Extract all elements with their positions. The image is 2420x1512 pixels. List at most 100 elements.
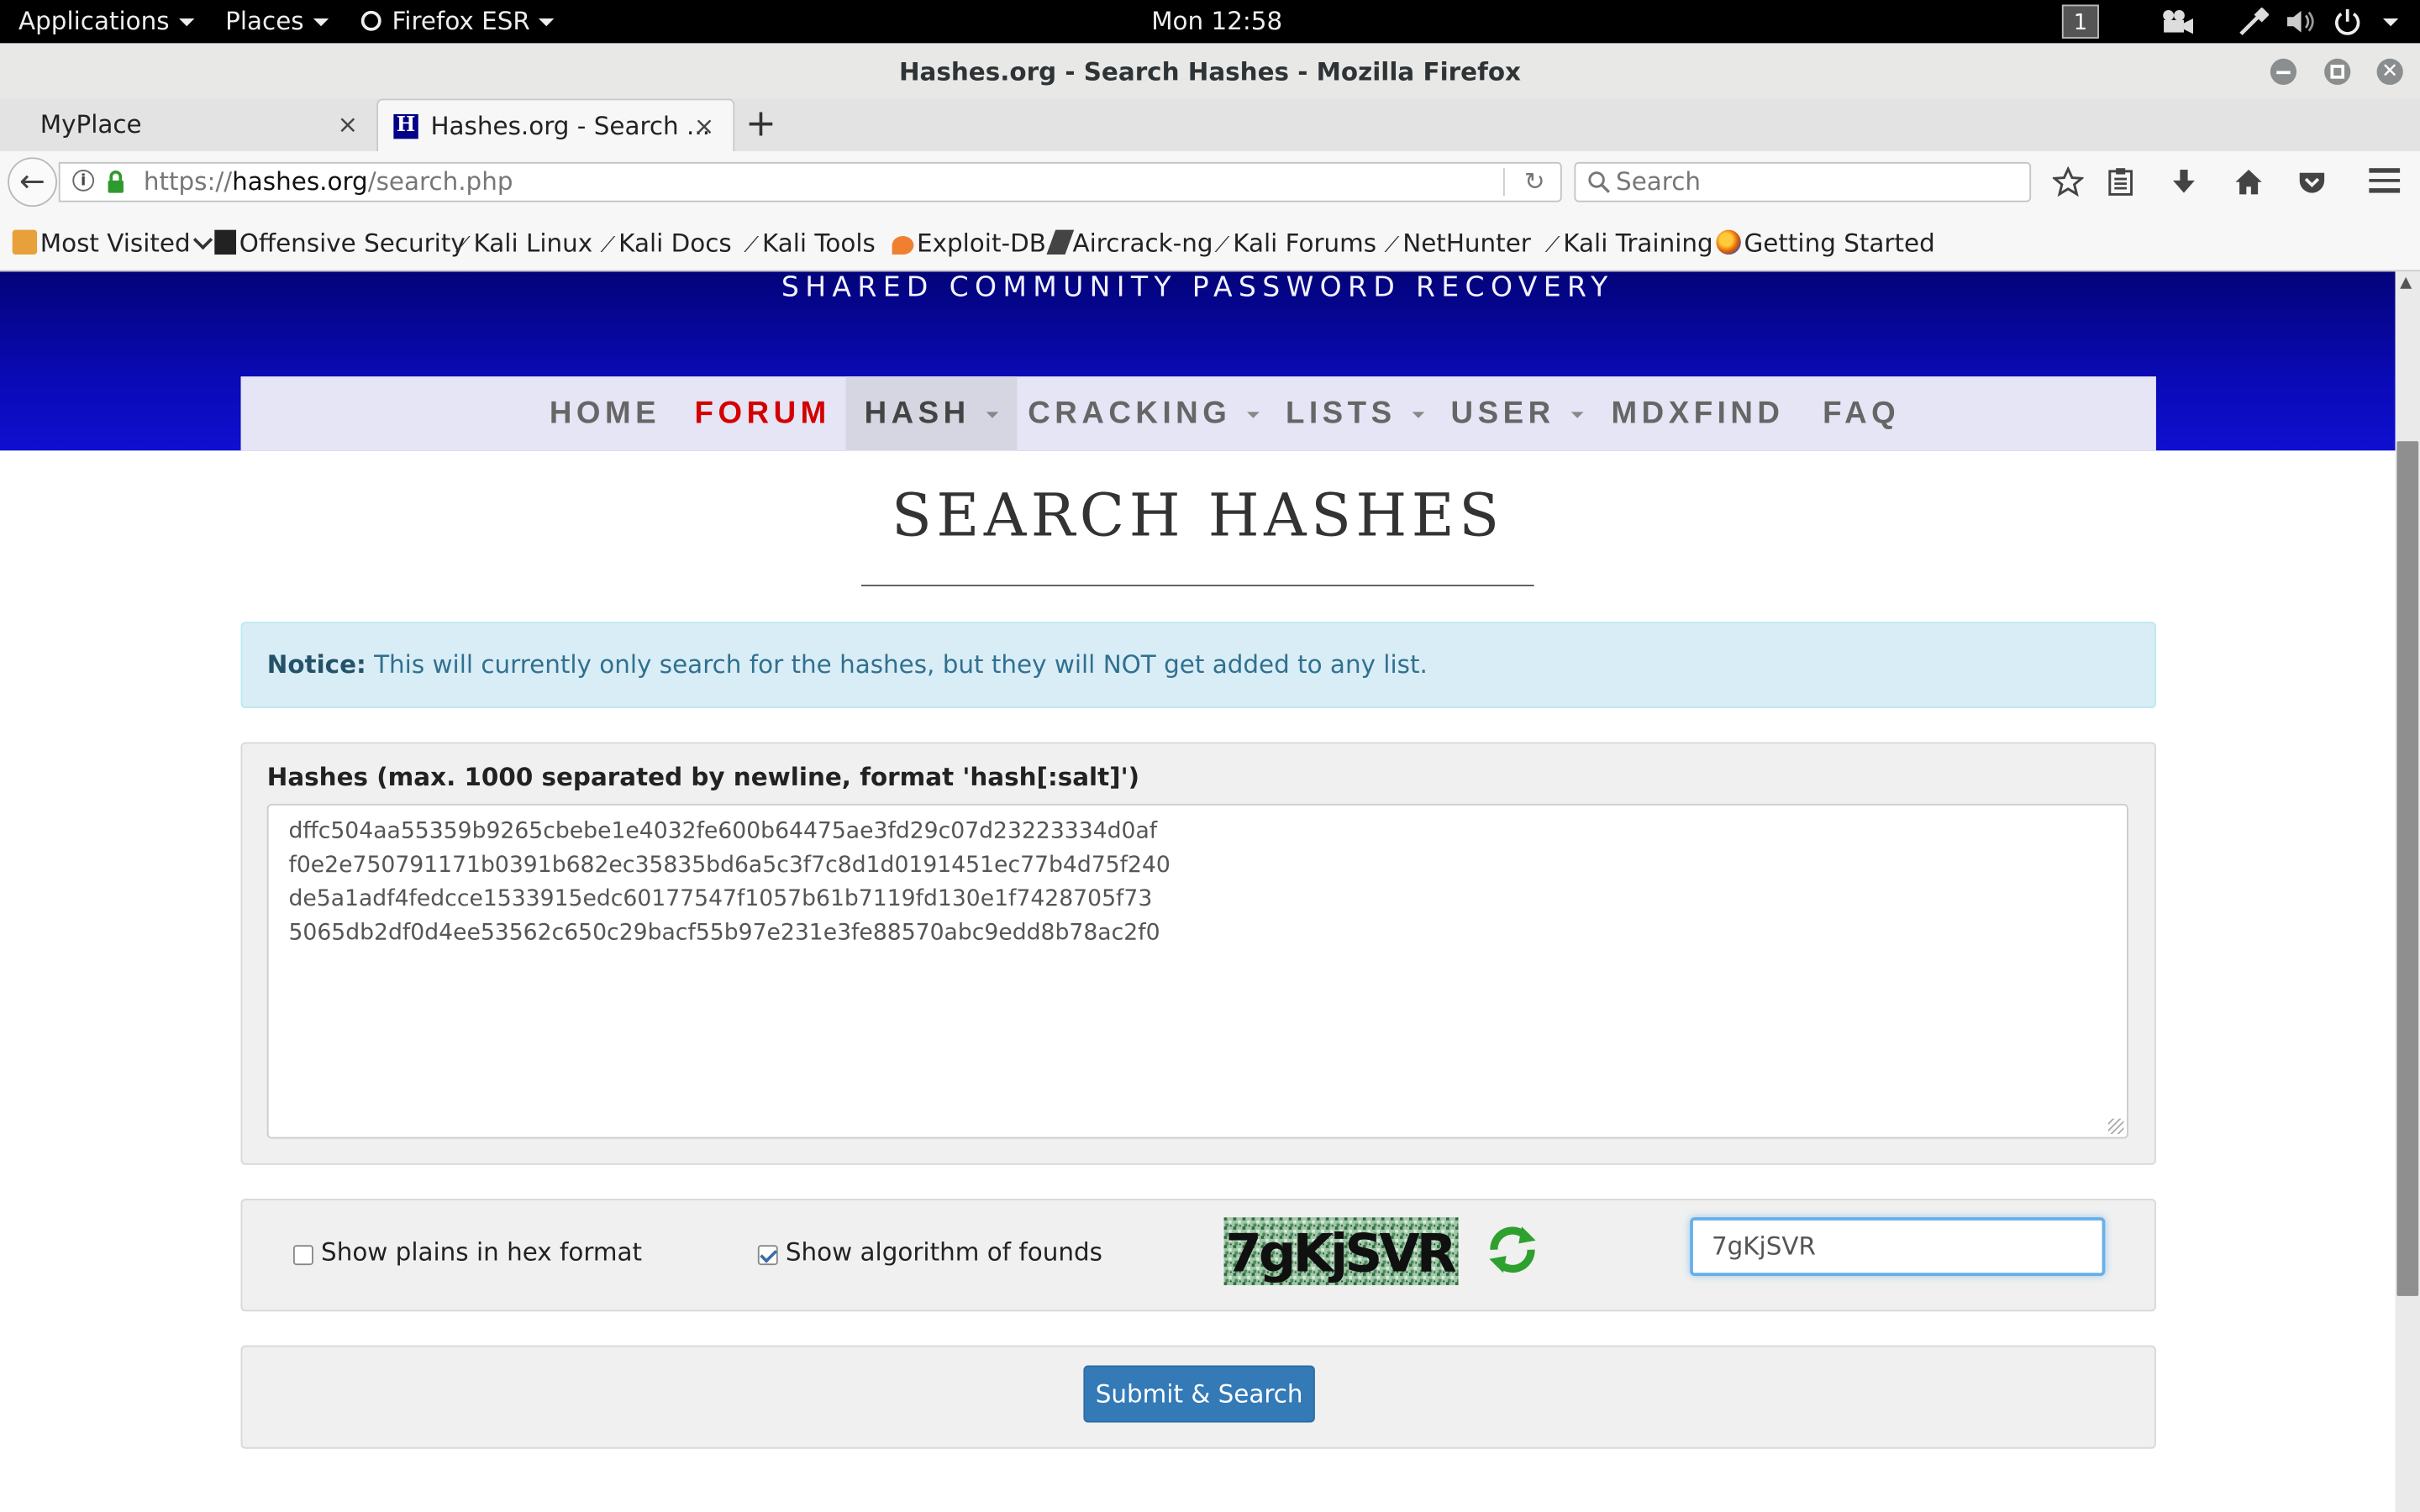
video-camera-icon[interactable]: [2160, 8, 2194, 35]
url-bar[interactable]: i https://hashes.org/search.php ↻: [58, 161, 1562, 202]
exploit-db-icon: [892, 236, 914, 255]
power-icon[interactable]: [2333, 8, 2361, 35]
chevron-down-icon: [539, 18, 555, 27]
maximize-button[interactable]: [2324, 58, 2351, 86]
captcha-input[interactable]: 7gKjSVR: [1690, 1217, 2106, 1276]
hamburger-menu-icon[interactable]: [2369, 168, 2401, 196]
dropper-icon[interactable]: [2238, 8, 2269, 36]
folder-icon: [12, 229, 38, 255]
bookmarks-toolbar: Most Visited Offensive Security ⟋ Kali Li…: [0, 213, 2420, 272]
bookmark-label: Aircrack-ng: [1072, 228, 1213, 258]
show-algorithm-label: Show algorithm of founds: [785, 1237, 1102, 1267]
bookmark-kali-tools[interactable]: ⟋ Kali Tools: [744, 228, 876, 261]
bookmark-kali-training[interactable]: ⟋ Kali Training: [1545, 228, 1713, 261]
tab-myplace[interactable]: MyPlace ×: [0, 99, 376, 151]
nav-hash[interactable]: HASH: [845, 376, 1017, 451]
close-window-button[interactable]: ✕: [2376, 58, 2403, 86]
submit-search-button[interactable]: Submit & Search: [1083, 1365, 1315, 1423]
new-tab-button[interactable]: +: [744, 99, 777, 151]
firefox-icon: [360, 10, 381, 31]
reading-list-icon[interactable]: [2105, 166, 2136, 197]
chevron-down-icon: [178, 18, 194, 27]
options-panel: Show plains in hex format Show algorithm…: [240, 1199, 2156, 1312]
download-icon[interactable]: [2169, 166, 2200, 197]
resize-grip-icon[interactable]: [2107, 1118, 2124, 1134]
places-label: Places: [225, 6, 304, 36]
show-hex-checkbox[interactable]: [292, 1245, 313, 1266]
tab-hashes-search[interactable]: H Hashes.org - Search ... ×: [376, 98, 735, 152]
show-algorithm-option[interactable]: Show algorithm of founds: [757, 1237, 1102, 1268]
show-hex-option[interactable]: Show plains in hex format: [292, 1237, 642, 1268]
bookmark-offensive-security[interactable]: Offensive Security: [214, 228, 466, 260]
maximize-icon: [2330, 65, 2344, 79]
notice-text: This will currently only search for the …: [366, 649, 1428, 680]
bookmark-star-icon[interactable]: [2052, 166, 2084, 197]
places-menu[interactable]: Places: [225, 6, 329, 37]
bookmark-label: Kali Forums: [1233, 228, 1377, 258]
hashes-favicon-icon: H: [393, 113, 418, 139]
minimize-button[interactable]: [2270, 58, 2297, 86]
url-host: hashes.org: [232, 166, 368, 197]
submit-panel: Submit & Search: [240, 1345, 2156, 1449]
volume-icon[interactable]: [2284, 8, 2317, 35]
site-tagline: SHARED COMMUNITY PASSWORD RECOVERY: [781, 271, 1614, 304]
bookmark-kali-docs[interactable]: ⟋ Kali Docs: [600, 228, 731, 261]
bookmark-most-visited[interactable]: Most Visited: [12, 228, 213, 260]
pocket-icon[interactable]: [2296, 166, 2328, 197]
minimize-icon: [2276, 70, 2291, 74]
back-button[interactable]: ←: [8, 157, 57, 207]
divider: [860, 585, 1534, 586]
close-tab-icon[interactable]: ×: [337, 99, 358, 151]
hash-line: de5a1adf4fedcce1533915edc60177547f1057b6…: [288, 887, 1153, 912]
url-scheme: https://: [143, 166, 233, 197]
nav-faq[interactable]: FAQ: [1823, 376, 1900, 450]
bookmark-getting-started[interactable]: Getting Started: [1716, 228, 1935, 260]
clock[interactable]: Mon 12:58: [1151, 6, 1282, 37]
search-input[interactable]: Search: [1574, 161, 2032, 202]
show-algorithm-checkbox[interactable]: [757, 1245, 778, 1266]
bookmark-label: Exploit-DB: [917, 228, 1046, 258]
bookmark-aircrack-ng[interactable]: Aircrack-ng: [1046, 228, 1213, 260]
bookmark-exploit-db[interactable]: Exploit-DB: [892, 228, 1046, 260]
lock-icon[interactable]: [107, 170, 125, 194]
url-text[interactable]: https://hashes.org/search.php: [143, 166, 513, 197]
home-icon[interactable]: [2233, 166, 2265, 197]
page-viewport: SHARED COMMUNITY PASSWORD RECOVERY HOME …: [0, 271, 2396, 1512]
nav-cracking[interactable]: CRACKING: [1028, 376, 1260, 450]
nav-mdxfind[interactable]: MDXFIND: [1612, 376, 1785, 450]
firefox-icon: [1716, 229, 1741, 255]
hash-line: f0e2e750791171b0391b682ec35835bd6a5c3f7c…: [288, 853, 1171, 879]
firefox-app-menu[interactable]: Firefox ESR: [360, 6, 555, 37]
nav-label: CRACKING: [1028, 396, 1232, 431]
bookmark-label: Kali Tools: [762, 228, 876, 258]
scrollbar-thumb[interactable]: [2396, 441, 2419, 1296]
caret-down-icon: [1570, 411, 1583, 418]
scroll-up-arrow-icon[interactable]: ▲: [2400, 275, 2412, 291]
hash-line: 5065db2df0d4ee53562c650c29bacf55b97e231e…: [288, 921, 1160, 946]
kali-dragon-icon: ⟋: [1384, 233, 1400, 258]
hashes-label: Hashes (max. 1000 separated by newline, …: [266, 762, 1140, 792]
bookmark-nethunter[interactable]: ⟋ NetHunter: [1385, 228, 1531, 261]
aircrack-icon: [1046, 229, 1075, 255]
nav-forum[interactable]: FORUM: [695, 376, 831, 450]
kali-dragon-icon: ⟋: [600, 233, 616, 258]
kali-dragon-icon: ⟋: [744, 233, 760, 258]
nav-lists[interactable]: LISTS: [1286, 376, 1424, 450]
workspace-indicator[interactable]: 1: [2061, 4, 2099, 39]
applications-menu[interactable]: Applications: [18, 6, 194, 37]
nav-home[interactable]: HOME: [550, 376, 660, 450]
window-titlebar[interactable]: Hashes.org - Search Hashes - Mozilla Fir…: [0, 43, 2420, 101]
reload-icon[interactable]: ↻: [1524, 166, 1545, 196]
close-tab-icon[interactable]: ×: [694, 100, 715, 152]
nav-user[interactable]: USER: [1451, 376, 1583, 450]
bookmark-kali-forums[interactable]: ⟋ Kali Forums: [1215, 228, 1377, 261]
system-menu-chevron-icon[interactable]: [2382, 18, 2399, 27]
back-arrow-icon: ←: [19, 161, 45, 199]
close-icon: ✕: [2381, 60, 2399, 84]
url-path: /search.php: [367, 166, 513, 197]
info-icon[interactable]: i: [72, 170, 95, 192]
bookmark-kali-linux[interactable]: ⟋ Kali Linux: [455, 228, 592, 261]
refresh-captcha-icon[interactable]: [1485, 1222, 1540, 1278]
hashes-textarea[interactable]: dffc504aa55359b9265cbebe1e4032fe600b6447…: [266, 803, 2128, 1139]
tab-label: MyPlace: [39, 109, 142, 139]
